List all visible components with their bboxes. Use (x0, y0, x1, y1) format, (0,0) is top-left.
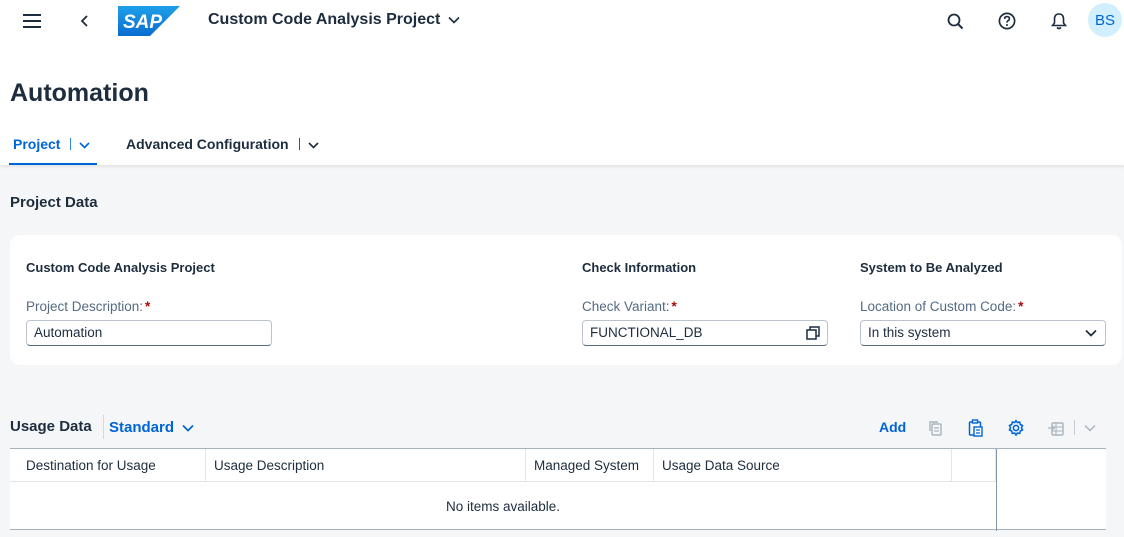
column-header-destination[interactable]: Destination for Usage (10, 449, 206, 482)
required-marker: * (671, 299, 677, 314)
toolbar-separator (1074, 420, 1075, 435)
value-help-icon[interactable] (805, 325, 821, 341)
tab-advanced-label: Advanced Configuration (126, 136, 289, 152)
location-label: Location of Custom Code: * (860, 299, 1023, 314)
bell-icon[interactable] (1048, 10, 1070, 32)
chevron-down-icon[interactable] (79, 136, 91, 152)
location-value: In this system (868, 325, 951, 340)
chevron-down-icon (448, 11, 460, 29)
required-marker: * (145, 299, 151, 314)
help-icon[interactable] (996, 10, 1018, 32)
project-description-label: Project Description: * (26, 299, 150, 314)
tab-advanced-configuration[interactable]: Advanced Configuration (126, 136, 319, 152)
tab-selected-indicator (9, 163, 97, 165)
chevron-down-icon[interactable] (307, 136, 319, 152)
tab-separator (70, 138, 72, 150)
project-data-card: Custom Code Analysis Project Project Des… (10, 235, 1122, 365)
variant-management[interactable]: Standard (103, 415, 194, 439)
section-title-project-data: Project Data (10, 194, 98, 211)
no-items-message: No items available. (445, 499, 561, 514)
page-title: Automation (10, 79, 149, 107)
app-title: Custom Code Analysis Project (208, 11, 441, 28)
avatar[interactable]: BS (1088, 3, 1122, 37)
project-description-input[interactable]: Automation (26, 320, 272, 346)
search-icon[interactable] (944, 10, 966, 32)
export-menu-chevron-icon[interactable] (1079, 417, 1101, 439)
menu-icon[interactable] (20, 10, 44, 32)
chevron-down-icon (182, 419, 194, 436)
group-title-project: Custom Code Analysis Project (26, 260, 215, 275)
tab-separator (298, 138, 300, 150)
export-icon[interactable] (1045, 417, 1067, 439)
add-button[interactable]: Add (879, 419, 906, 435)
check-variant-label-text: Check Variant: (582, 299, 670, 314)
project-description-label-text: Project Description: (26, 299, 144, 314)
chevron-down-icon[interactable] (1083, 325, 1099, 341)
required-marker: * (1018, 299, 1024, 314)
column-header-usage-data-source[interactable]: Usage Data Source (654, 449, 952, 482)
group-title-check-information: Check Information (582, 260, 697, 275)
tab-project-label: Project (13, 136, 61, 152)
logo-text: SAP (123, 12, 162, 33)
table-end-divider (996, 449, 997, 531)
column-header-managed-system[interactable]: Managed System (526, 449, 654, 482)
tab-project[interactable]: Project (13, 136, 91, 152)
project-description-value: Automation (34, 325, 103, 340)
app-title-menu[interactable]: Custom Code Analysis Project (208, 11, 460, 29)
back-icon[interactable] (74, 10, 96, 32)
sap-logo[interactable]: SAP (118, 6, 180, 36)
location-select[interactable]: In this system (860, 320, 1106, 346)
settings-icon[interactable] (1005, 417, 1027, 439)
column-header-usage-description[interactable]: Usage Description (206, 449, 526, 482)
shell-bar: SAP Custom Code Analysis Project BS (0, 0, 1124, 44)
group-title-system: System to Be Analyzed (860, 260, 1003, 275)
object-header: Automation Project Advanced Configuratio… (0, 44, 1124, 165)
location-label-text: Location of Custom Code: (860, 299, 1017, 314)
check-variant-input[interactable]: FUNCTIONAL_DB (582, 320, 828, 346)
column-header-actions (952, 449, 996, 482)
check-variant-value: FUNCTIONAL_DB (590, 325, 703, 340)
check-variant-label: Check Variant: * (582, 299, 677, 314)
variant-label: Standard (109, 418, 175, 436)
copy-icon[interactable] (925, 417, 947, 439)
paste-icon[interactable] (965, 417, 987, 439)
usage-data-table: Destination for Usage Usage Description … (10, 448, 1106, 531)
usage-data-title: Usage Data (10, 418, 92, 435)
